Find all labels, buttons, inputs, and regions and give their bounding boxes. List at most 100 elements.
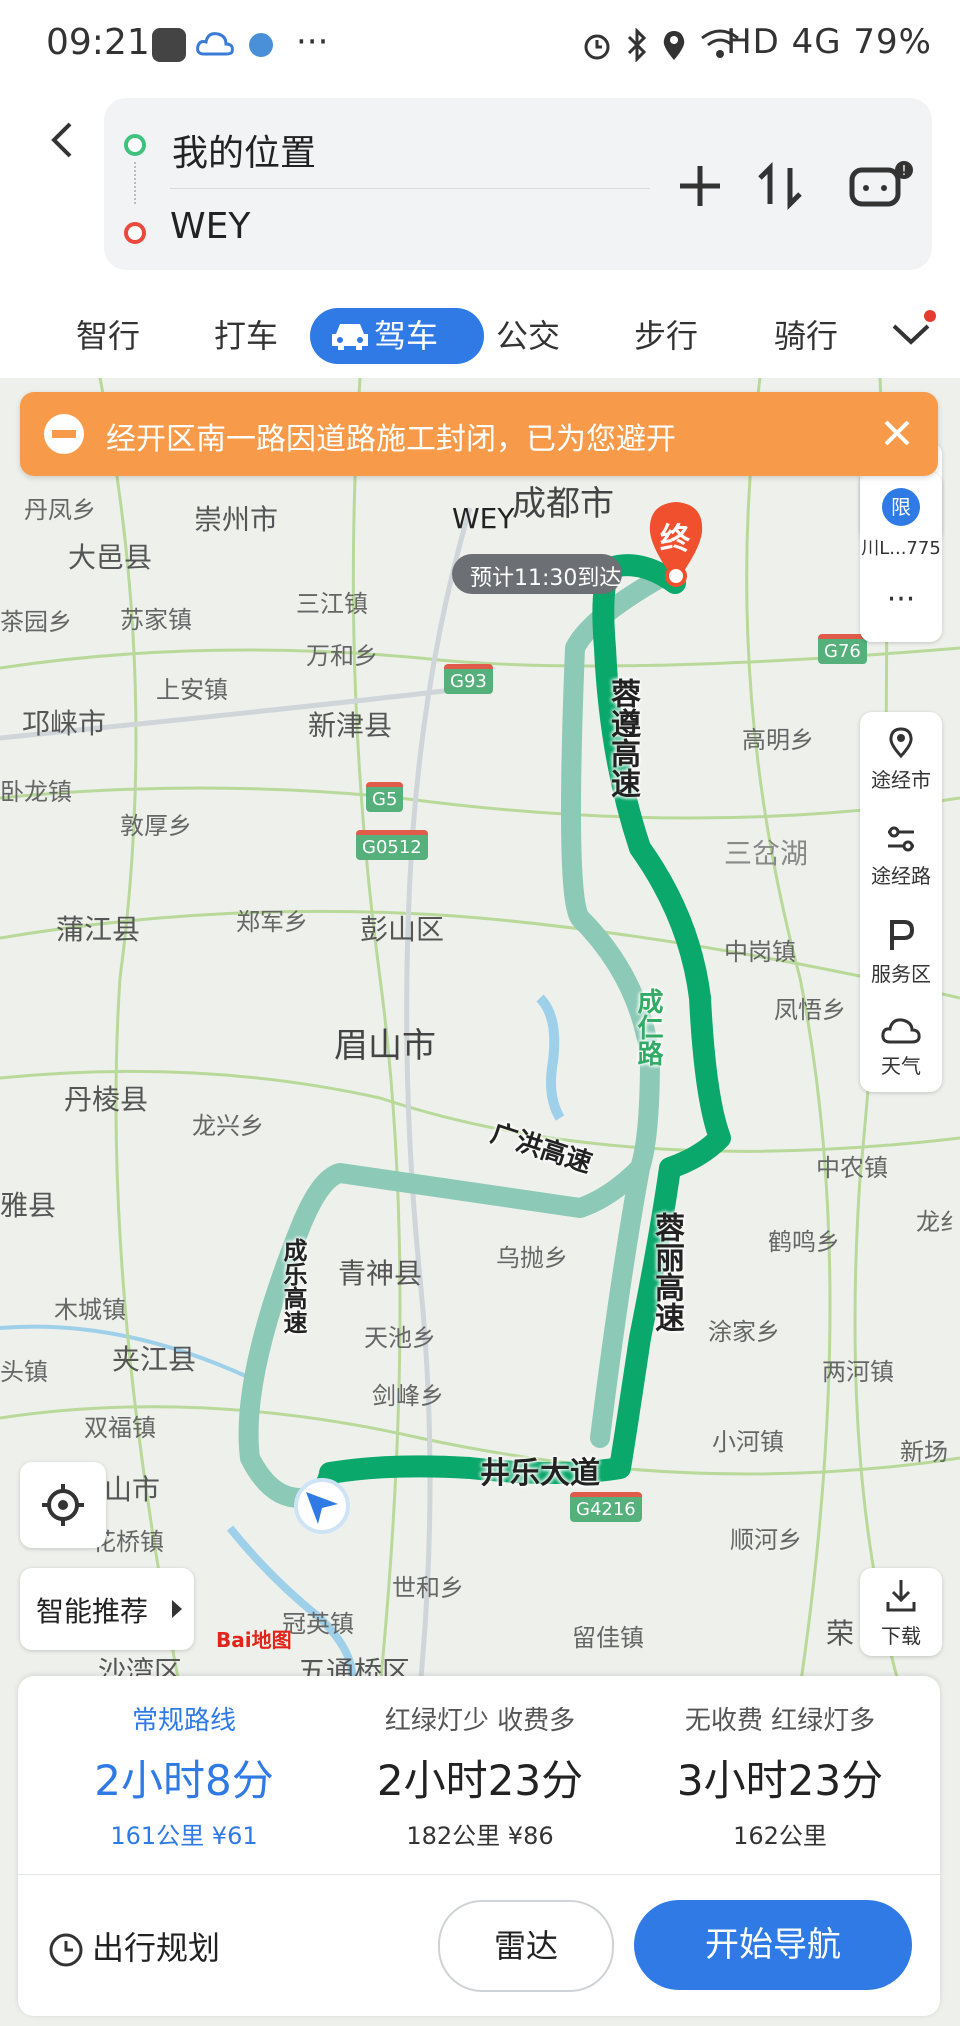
restriction-badge: 限 — [882, 488, 920, 526]
place-label: 剑峰乡 — [372, 1382, 444, 1410]
download-button[interactable]: 下载 — [860, 1568, 942, 1656]
highway-shield: G5 — [366, 782, 404, 812]
location-icon — [663, 31, 685, 60]
back-icon[interactable] — [44, 120, 84, 160]
route-option-time: 2小时8分 — [94, 1756, 274, 1805]
tab-smart[interactable]: 智行 — [76, 308, 140, 364]
close-icon[interactable] — [880, 416, 914, 450]
car-icon — [332, 324, 368, 350]
place-label: 留佳镇 — [572, 1624, 644, 1652]
place-label: 眉山市 — [334, 1026, 436, 1066]
trip-plan-label: 出行规划 — [92, 1929, 221, 1967]
place-label: 天池乡 — [364, 1324, 436, 1352]
highway-shield: G93 — [444, 664, 493, 694]
place-label: 蒲江县 — [56, 913, 141, 946]
clock-icon — [49, 1933, 83, 1967]
place-label: 冠英镇 — [282, 1610, 354, 1638]
place-label: 成都市 — [512, 484, 614, 524]
route-options-panel: 常规路线 2小时8分 161公里 ¥61 红绿灯少 收费多 2小时23分 182… — [18, 1676, 940, 2016]
place-label: 荣 — [826, 1617, 855, 1650]
eta-label: 预计11:30到达 — [470, 566, 622, 591]
route-connector — [134, 162, 138, 204]
more-icon[interactable]: ··· — [860, 582, 942, 617]
route-option-fewer-lights[interactable]: 红绿灯少 收费多 2小时23分 182公里 ¥86 — [330, 1700, 630, 1851]
tab-walk[interactable]: 步行 — [634, 308, 698, 364]
place-label: 乌抛乡 — [496, 1244, 568, 1272]
tab-bus[interactable]: 公交 — [496, 308, 560, 364]
waypoint-road-icon[interactable] — [884, 822, 918, 856]
place-label: 卧龙镇 — [0, 778, 72, 806]
panel-divider — [18, 1874, 940, 1875]
status-right-text: HD 4G 79% — [726, 22, 932, 62]
route-option-time: 3小时23分 — [676, 1756, 884, 1805]
place-label: 三岔湖 — [724, 837, 809, 870]
tab-drive-label: 驾车 — [374, 317, 439, 355]
route-option-detail: 162公里 — [733, 1822, 827, 1850]
highway-shield: G0512 — [356, 830, 428, 860]
bluetooth-icon — [627, 28, 647, 62]
tool-weather[interactable]: 天气 — [860, 1050, 942, 1079]
destination-dot-icon — [124, 222, 146, 244]
tool-waypoint-city[interactable]: 途经市 — [860, 764, 942, 793]
place-label: 山市 — [104, 1473, 161, 1506]
play-right-icon — [172, 1600, 182, 1618]
route-option-time: 2小时23分 — [376, 1756, 584, 1805]
download-icon — [886, 1580, 916, 1612]
place-label: 中农镇 — [816, 1154, 888, 1182]
place-label: 苏家镇 — [120, 606, 192, 634]
place-label: 敦厚乡 — [120, 812, 192, 840]
status-bar: 09:21 ··· HD 4G 79% — [0, 0, 960, 92]
place-label: 头镇 — [0, 1358, 48, 1386]
route-option-regular[interactable]: 常规路线 2小时8分 161公里 ¥61 — [34, 1700, 334, 1851]
radar-button[interactable]: 雷达 — [438, 1900, 614, 1992]
swap-icon[interactable] — [752, 158, 808, 214]
road-label: 成乐高速 — [279, 1238, 307, 1334]
tab-drive[interactable]: 驾车 — [310, 308, 484, 364]
place-label: 世和乡 — [392, 1574, 464, 1602]
notification-app-icon — [152, 28, 186, 62]
robot-icon[interactable]: ! — [846, 158, 916, 214]
place-label: 龙纟 — [916, 1208, 960, 1236]
place-label: 三江镇 — [296, 590, 368, 618]
place-label: 夹江县 — [112, 1343, 197, 1376]
route-option-no-toll[interactable]: 无收费 红绿灯多 3小时23分 162公里 — [630, 1700, 930, 1851]
route-option-detail: 161公里 ¥61 — [110, 1822, 258, 1850]
origin-field[interactable]: 我的位置 — [172, 124, 316, 176]
travel-mode-tabs: 智行 打车 驾车 公交 步行 骑行 — [0, 288, 960, 378]
destination-field[interactable]: WEY — [170, 206, 250, 247]
tab-taxi[interactable]: 打车 — [214, 308, 278, 364]
no-entry-icon — [44, 414, 84, 454]
alert-text: 经开区南一路因道路施工封闭，已为您避开 — [106, 422, 676, 457]
road-label: 井乐大道 — [480, 1456, 600, 1491]
smart-recommend-button[interactable]: 智能推荐 — [20, 1568, 194, 1650]
add-icon[interactable] — [672, 158, 728, 214]
trip-plan-button[interactable]: 出行规划 — [48, 1908, 220, 1988]
weather-icon[interactable] — [880, 1016, 922, 1046]
place-label: 凤悟乡 — [774, 996, 846, 1024]
place-label: 茶园乡 — [0, 608, 72, 636]
waypoint-city-icon[interactable] — [884, 726, 918, 760]
map-tools-panel: 途经市 途经路 服务区 天气 — [860, 712, 942, 1092]
map-canvas[interactable]: 成都市 崇州市 大邑县 丹凤乡 苏家镇 茶园乡 三江镇 万和乡 上安镇 邛崃市 … — [0, 378, 960, 1688]
start-navigation-button[interactable]: 开始导航 — [634, 1900, 912, 1990]
place-label: 双福镇 — [84, 1414, 156, 1442]
more-notifications-icon: ··· — [296, 22, 329, 62]
restriction-panel[interactable]: 限 川L...775 ··· — [860, 472, 942, 642]
route-option-detail: 182公里 ¥86 — [406, 1822, 554, 1850]
chevron-down-icon[interactable] — [886, 308, 936, 358]
place-label: 两河镇 — [822, 1358, 894, 1386]
place-label: 龙兴乡 — [192, 1112, 264, 1140]
tab-bike[interactable]: 骑行 — [774, 308, 838, 364]
eta-pill: 预计11:30到达 — [452, 554, 622, 594]
place-label: 新津县 — [308, 709, 393, 742]
road-label: 蓉遵高速 — [605, 678, 640, 798]
route-option-label: 红绿灯少 收费多 — [384, 1706, 576, 1736]
service-area-icon[interactable] — [884, 918, 918, 952]
locate-button[interactable] — [20, 1462, 106, 1548]
tool-waypoint-road[interactable]: 途经路 — [860, 860, 942, 889]
place-label: 丹棱县 — [64, 1083, 149, 1116]
crosshair-icon — [42, 1484, 84, 1526]
highway-shield: G76 — [818, 634, 867, 664]
place-label: 涂家乡 — [708, 1318, 780, 1346]
tool-service-area[interactable]: 服务区 — [860, 958, 942, 987]
